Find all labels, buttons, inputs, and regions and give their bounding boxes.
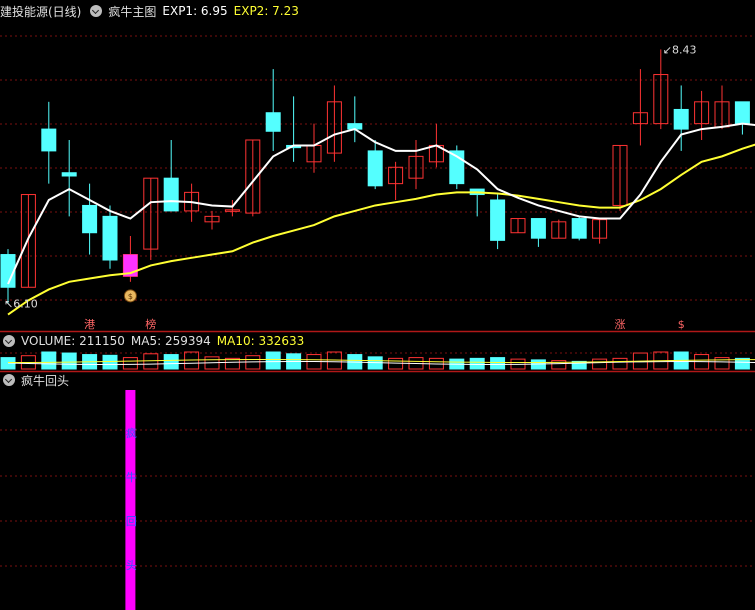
signal-label-char: 回 — [126, 515, 137, 528]
candle-body — [41, 128, 57, 152]
signal-bar — [125, 390, 136, 610]
kline-chart-svg: ↙8.43↖6.10$港榜涨 $疯牛回头 — [0, 35, 755, 610]
candle-body — [102, 215, 118, 261]
high-price-label: ↙8.43 — [663, 43, 697, 56]
volume-bar — [122, 357, 138, 370]
volume-value: VOLUME: 211150 — [21, 334, 125, 348]
volume-bar — [143, 353, 159, 370]
signal-marker: 港 — [84, 318, 95, 331]
exp2-value: EXP2: 7.23 — [233, 4, 299, 18]
signal-marker: $ — [678, 318, 685, 331]
main-indicator-name[interactable]: 疯牛主图 — [108, 3, 156, 20]
signal-marker: 涨 — [615, 318, 626, 331]
volume-bar — [490, 357, 506, 370]
candle-body — [734, 101, 750, 125]
low-price-label: ↖6.10 — [4, 298, 38, 311]
main-panel-header: 建投能源(日线) 疯牛主图 EXP1: 6.95 EXP2: 7.23 — [0, 2, 305, 20]
candle-body — [61, 172, 77, 177]
volume-bar — [265, 351, 281, 370]
candle-body — [163, 177, 179, 212]
volume-panel-header: VOLUME: 211150 MA5: 259394 MA10: 332633 — [0, 332, 310, 350]
candle-body — [490, 199, 506, 241]
chart-stage: ↙8.43 ↖6.10 $ 港榜涨 $ 疯牛回头 建投能源(日线) 疯牛主图 EXP1: … — [0, 0, 755, 610]
sub-panel-header: 疯牛回头 — [0, 371, 75, 389]
candle-body — [367, 150, 383, 187]
chevron-down-icon[interactable] — [90, 5, 103, 17]
candle-body — [82, 204, 98, 234]
volume-bar — [102, 354, 118, 370]
exp1-value: EXP1: 6.95 — [162, 4, 228, 18]
chevron-down-icon[interactable] — [3, 374, 15, 386]
sub-indicator-name[interactable]: 疯牛回头 — [21, 372, 69, 389]
chevron-down-icon[interactable] — [3, 335, 15, 347]
ma5-value: MA5: 259394 — [130, 334, 211, 348]
money-bag-icon: $ — [128, 292, 133, 301]
signal-marker: 榜 — [145, 317, 156, 331]
candle-body — [265, 112, 281, 132]
volume-bar — [41, 351, 57, 370]
volume-bar — [61, 352, 77, 370]
volume-bar — [612, 357, 628, 370]
candle-body — [571, 218, 587, 239]
stock-name: 建投能源(日线) — [0, 4, 82, 19]
candle-body — [673, 108, 689, 130]
volume-bar — [163, 354, 179, 370]
signal-label-char: 头 — [126, 559, 137, 572]
signal-label-char: 疯 — [126, 426, 137, 440]
signal-label-char: 牛 — [126, 470, 137, 484]
ma10-value: MA10: 332633 — [216, 334, 305, 348]
candle-body — [530, 218, 546, 239]
volume-bar — [592, 358, 608, 370]
volume-bar — [469, 357, 485, 370]
